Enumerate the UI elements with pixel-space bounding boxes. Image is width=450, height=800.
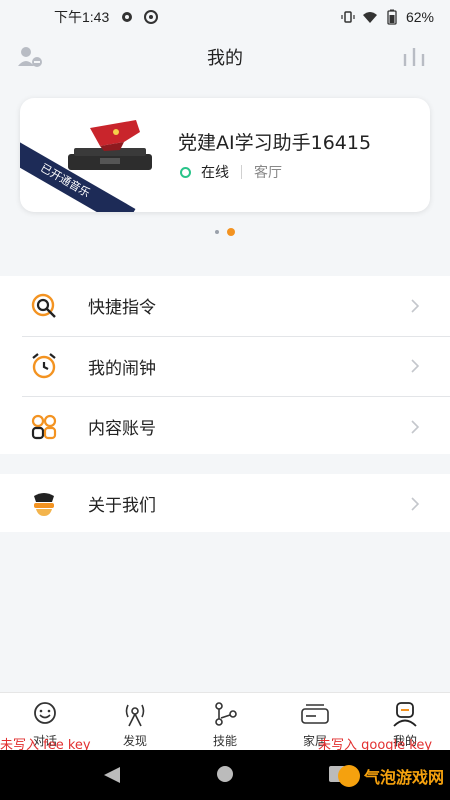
menu-label: 关于我们	[88, 496, 156, 517]
menu-item-content-account[interactable]: 内容账号	[0, 397, 450, 457]
menu-group-about: 关于我们	[0, 474, 450, 532]
status-separator	[241, 165, 242, 179]
back-icon[interactable]	[102, 765, 122, 785]
status-time: 下午1:43	[54, 9, 110, 25]
chevron-right-icon	[410, 420, 420, 434]
device-image	[60, 118, 160, 174]
alarm-clock-icon	[30, 352, 58, 380]
settings-gear-icon	[119, 9, 135, 25]
chevron-right-icon	[410, 299, 420, 313]
battery-icon	[384, 9, 400, 25]
tab-discover[interactable]: 发现	[90, 693, 180, 750]
online-status-text: 在线	[201, 165, 229, 181]
system-nav-bar: 气泡游戏网	[0, 750, 450, 800]
pager-dot-1[interactable]	[215, 230, 219, 234]
chevron-right-icon	[410, 497, 420, 511]
home-device-icon	[300, 701, 330, 727]
title-bar: 我的	[0, 34, 450, 80]
chat-icon	[30, 701, 60, 727]
menu-item-alarm[interactable]: 我的闹钟	[0, 337, 450, 397]
watermark-icon	[337, 765, 360, 787]
device-status-row: 在线 客厅	[180, 162, 282, 182]
profile-icon	[390, 701, 420, 727]
menu-label: 我的闹钟	[88, 358, 156, 379]
home-icon[interactable]	[216, 765, 234, 783]
vibrate-icon	[340, 9, 356, 25]
menu-item-about-us[interactable]: 关于我们	[0, 474, 450, 534]
menu-group-main: 快捷指令 我的闹钟 内容账号	[0, 276, 450, 454]
device-room: 客厅	[254, 165, 282, 181]
equalizer-icon[interactable]	[400, 46, 428, 68]
online-status-icon	[180, 166, 191, 178]
chevron-right-icon	[410, 359, 420, 373]
skill-icon	[210, 701, 240, 727]
tab-label: 技能	[212, 734, 237, 748]
discover-icon	[120, 701, 150, 727]
about-us-icon	[30, 490, 58, 518]
no-disturb-icon	[143, 9, 159, 25]
device-card[interactable]: 已开通音乐 党建AI学习助手16415 在线 客厅	[20, 98, 430, 212]
page-title: 我的	[207, 48, 243, 69]
content-account-icon	[30, 413, 58, 441]
menu-label: 快捷指令	[88, 298, 156, 319]
pager-dot-2[interactable]	[227, 228, 235, 236]
tab-label: 发现	[122, 734, 147, 748]
menu-item-shortcuts[interactable]: 快捷指令	[0, 276, 450, 336]
shortcut-icon	[30, 292, 58, 320]
menu-label: 内容账号	[88, 419, 156, 440]
watermark-text: 气泡游戏网	[363, 768, 444, 787]
user-settings-icon[interactable]	[16, 44, 44, 70]
battery-percent: 62%	[405, 9, 434, 25]
device-name: 党建AI学习助手16415	[178, 132, 372, 154]
tab-skill[interactable]: 技能	[180, 693, 270, 750]
carousel-pager	[0, 226, 450, 238]
watermark-logo: 气泡游戏网	[337, 763, 444, 789]
status-bar: 下午1:43 62%	[0, 0, 450, 34]
wifi-icon	[362, 9, 378, 25]
